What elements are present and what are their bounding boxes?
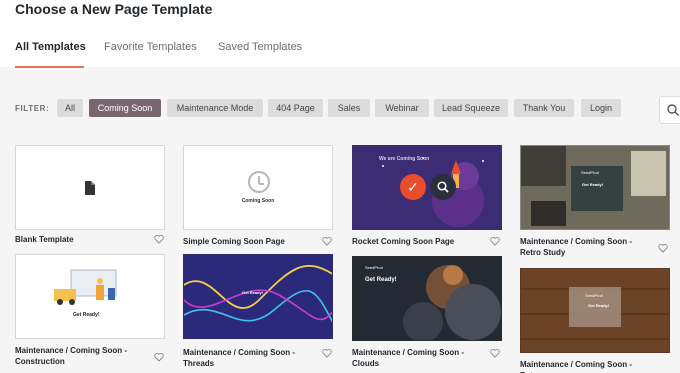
filter-chip-maintenance-mode[interactable]: Maintenance Mode [167, 99, 263, 117]
retro-preview [521, 269, 669, 352]
template-card-simple-coming-soon[interactable]: Coming Soon · · · · · · · · · · [183, 145, 333, 230]
filter-chip-all[interactable]: All [57, 99, 83, 117]
template-card-construction[interactable]: Get Ready! [15, 254, 165, 339]
select-template-button[interactable]: ✓ [400, 174, 426, 200]
tab-favorite-templates[interactable]: Favorite Templates [104, 41, 197, 53]
template-name: Blank Template [15, 235, 74, 244]
preview-heading: Coming Soon [241, 198, 275, 204]
preview-brand: SeedProd [365, 265, 383, 270]
favorite-heart-icon[interactable] [322, 236, 332, 246]
preview-heading: Get Ready! [582, 182, 604, 187]
page-title: Choose a New Page Template [15, 1, 213, 17]
template-card-rocket[interactable]: We are Coming Soon ✓ [352, 145, 502, 230]
file-icon [85, 181, 95, 195]
preview-template-button[interactable] [430, 174, 456, 200]
active-tab-indicator [15, 66, 84, 68]
template-name: Maintenance / Coming Soon - Threads [183, 348, 296, 368]
filter-label: FILTER: [15, 104, 50, 113]
filter-chip-thank-you[interactable]: Thank You [514, 99, 574, 117]
preview-brand: SeedProd [585, 293, 603, 298]
template-card-retro-study[interactable]: SeedProd Get Ready! [520, 145, 670, 230]
favorite-heart-icon[interactable] [154, 352, 164, 362]
template-card-threads[interactable]: Get Ready! [183, 254, 333, 339]
tab-saved-templates[interactable]: Saved Templates [218, 41, 302, 53]
retro-study-preview [521, 146, 669, 229]
favorite-heart-icon[interactable] [658, 243, 668, 253]
preview-brand: SeedProd [581, 170, 599, 175]
favorite-heart-icon[interactable] [490, 236, 500, 246]
filter-chip-login[interactable]: Login [581, 99, 621, 117]
preview-heading: Get Ready! [365, 277, 397, 283]
filter-chip-coming-soon[interactable]: Coming Soon [89, 99, 161, 117]
filter-chip-404-page[interactable]: 404 Page [268, 99, 323, 117]
template-card-blank[interactable] [15, 145, 165, 230]
template-name: Maintenance / Coming Soon - Clouds [352, 348, 465, 368]
filter-chip-sales[interactable]: Sales [328, 99, 370, 117]
template-name: Rocket Coming Soon Page [352, 237, 455, 246]
filter-chip-webinar[interactable]: Webinar [375, 99, 429, 117]
zoom-icon [437, 181, 449, 193]
template-name: Maintenance / Coming Soon - Construction [15, 346, 128, 366]
filter-chip-lead-squeeze[interactable]: Lead Squeeze [434, 99, 508, 117]
clock-icon [248, 171, 270, 193]
favorite-heart-icon[interactable] [490, 348, 500, 358]
preview-heading: We are Coming Soon [379, 156, 430, 162]
template-name: Maintenance / Coming Soon - Retro Study [520, 237, 633, 257]
template-name: Maintenance / Coming Soon - Retro [520, 360, 633, 373]
preview-heading: Get Ready! [588, 303, 610, 308]
search-icon [667, 104, 679, 116]
preview-text: · · · · · · · · · · [249, 205, 267, 209]
template-name: Simple Coming Soon Page [183, 237, 285, 246]
search-button[interactable] [659, 96, 680, 124]
favorite-heart-icon[interactable] [322, 348, 332, 358]
template-card-clouds[interactable]: SeedProd Get Ready! [352, 256, 502, 341]
preview-heading: Get Ready! [73, 312, 100, 318]
threads-preview [184, 255, 332, 338]
construction-preview [16, 255, 164, 338]
header: Choose a New Page Template All Templates… [0, 0, 680, 68]
template-card-retro[interactable]: SeedProd Get Ready! [520, 268, 670, 353]
favorite-heart-icon[interactable] [154, 234, 164, 244]
preview-heading: Get Ready! [242, 290, 264, 295]
tab-all-templates[interactable]: All Templates [15, 41, 86, 53]
